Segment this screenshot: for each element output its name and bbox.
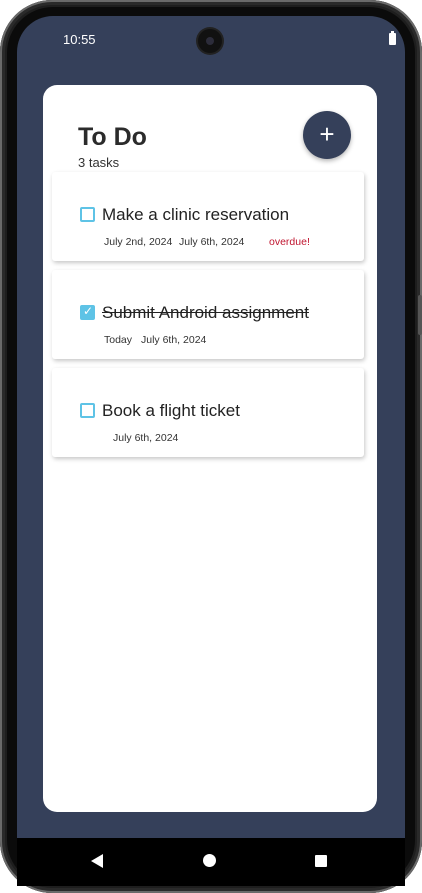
task-start-date: July 2nd, 2024 (104, 236, 173, 248)
task-checkbox[interactable]: ✓ (80, 304, 95, 320)
status-time: 10:55 (63, 32, 96, 47)
recents-square-icon[interactable] (315, 855, 327, 867)
back-triangle-icon[interactable] (91, 854, 103, 868)
page-title: To Do (78, 123, 147, 151)
navigation-bar (17, 838, 405, 886)
task-item[interactable]: ✓ Submit Android assignment Today July 6… (52, 270, 364, 359)
screen: 10:55 To Do 3 tasks + ✓ Make a clinic re… (17, 16, 405, 886)
add-task-button[interactable]: + (303, 111, 351, 159)
task-list: ✓ Make a clinic reservation July 2nd, 20… (52, 172, 364, 466)
checkmark-icon: ✓ (83, 304, 94, 318)
task-start-date: Today (104, 334, 133, 346)
battery-icon (389, 31, 396, 45)
task-count: 3 tasks (78, 155, 120, 170)
task-due-date: July 6th, 2024 (113, 432, 179, 444)
plus-icon: + (319, 119, 335, 149)
task-name: Book a flight ticket (102, 401, 240, 420)
task-item[interactable]: ✓ Book a flight ticket July 6th, 2024 (52, 368, 364, 457)
todo-card: To Do 3 tasks + ✓ Make a clinic reservat… (43, 85, 377, 812)
task-name: Make a clinic reservation (102, 205, 290, 224)
status-bar: 10:55 (17, 16, 405, 62)
task-checkbox[interactable]: ✓ (80, 403, 95, 418)
volume-button (418, 295, 422, 335)
task-item[interactable]: ✓ Make a clinic reservation July 2nd, 20… (52, 172, 364, 261)
front-camera (198, 29, 222, 53)
home-circle-icon[interactable] (203, 854, 216, 867)
task-due-date: July 6th, 2024 (179, 236, 245, 248)
task-checkbox[interactable]: ✓ (80, 207, 95, 222)
task-due-date: July 6th, 2024 (141, 334, 207, 346)
overdue-label: overdue! (269, 236, 310, 248)
task-name: Submit Android assignment (102, 303, 309, 322)
